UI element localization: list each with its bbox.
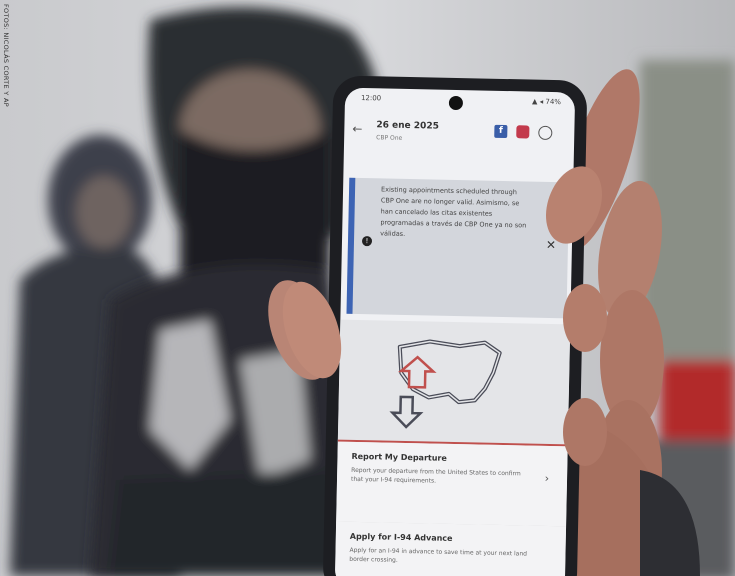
status-time: 12:00 [360, 93, 382, 103]
instagram-icon[interactable] [516, 125, 530, 139]
card-title: Apply for I-94 Advance [349, 531, 453, 543]
chevron-right-icon: › [544, 471, 550, 485]
photo-scene: FOTOS: NICOLÁS CORTE Y AP 12:00 ▲ ◂ 74% … [0, 0, 735, 576]
info-icon: ! [361, 236, 373, 247]
card-title: Report My Departure [351, 451, 447, 463]
back-arrow-icon[interactable]: ← [352, 122, 362, 136]
card-description: Report your departure from the United St… [350, 466, 521, 485]
us-map-illustration [337, 319, 571, 447]
facebook-icon[interactable]: f [494, 124, 508, 139]
post-subtitle: CBP One [376, 134, 403, 142]
post-date: 26 ene 2025 [376, 120, 439, 132]
card-description: Apply for an I-94 in advance to save tim… [349, 546, 528, 564]
alert-message: Existing appointments scheduled through … [380, 185, 527, 238]
report-departure-card[interactable]: Report My Departure Report your departur… [336, 441, 568, 528]
photo-credit-text: FOTOS: NICOLÁS CORTE Y AP [2, 4, 10, 107]
photo-credit: FOTOS: NICOLÁS CORTE Y AP [1, 4, 11, 154]
smartphone: 12:00 ▲ ◂ 74% ← 26 ene 2025 CBP One f Ex… [322, 75, 588, 576]
i94-advance-card[interactable]: Apply for I-94 Advance Apply for an I-94… [334, 521, 567, 576]
app-topbar: ← 26 ene 2025 CBP One f [344, 114, 575, 155]
status-icons: ▲ ◂ 74% [531, 97, 562, 107]
phone-screen: 12:00 ▲ ◂ 74% ← 26 ene 2025 CBP One f Ex… [334, 87, 576, 576]
close-icon[interactable]: ✕ [546, 238, 556, 252]
us-map-icon [389, 339, 502, 429]
cbp-alert-banner: Existing appointments scheduled through … [346, 177, 570, 319]
whatsapp-icon[interactable] [538, 125, 553, 140]
